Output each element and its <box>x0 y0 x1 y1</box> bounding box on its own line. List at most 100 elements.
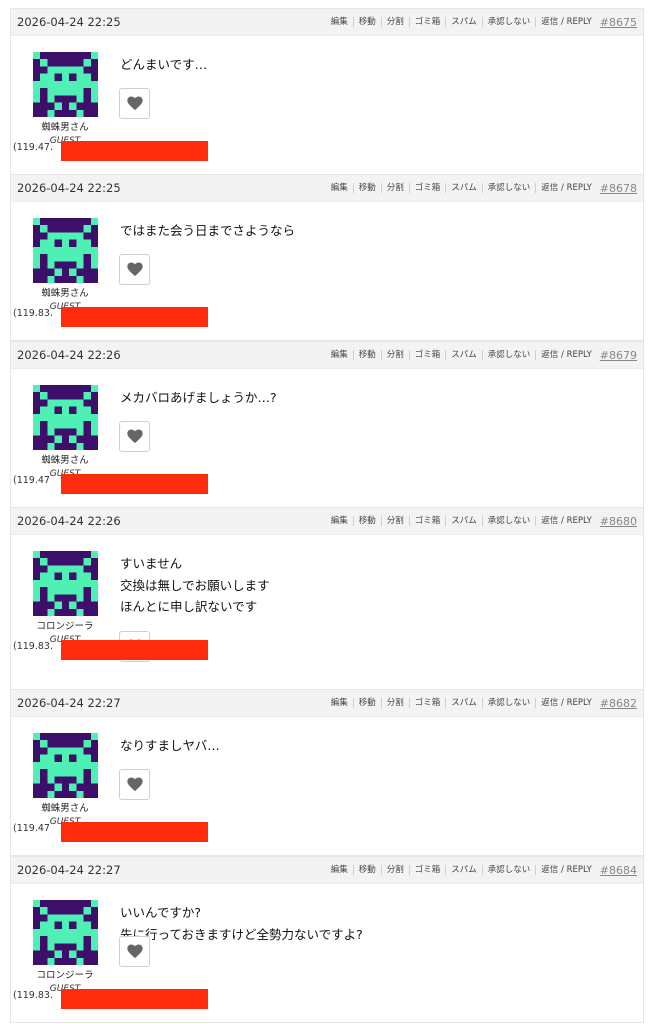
action-link-7[interactable]: 返信 / REPLY <box>535 183 596 193</box>
action-link-7[interactable]: 返信 / REPLY <box>535 350 596 360</box>
post: 2026-04-24 22:26 編集 移動 分割 ゴミ箱 スパム 承認しない 返信 / RE… <box>10 507 644 690</box>
action-link-5[interactable]: スパム <box>445 865 482 875</box>
heart-icon <box>126 777 143 792</box>
action-link-2[interactable]: 移動 <box>352 516 381 526</box>
post-date: 2026-04-24 22:27 <box>17 696 121 710</box>
heart-icon <box>126 429 143 444</box>
action-link-6[interactable]: 承認しない <box>481 516 536 526</box>
action-link-7[interactable]: 返信 / REPLY <box>535 516 596 526</box>
post-body: 蜘蛛男さんGUEST(119.47 なりすましヤバ… <box>11 717 643 855</box>
action-link-5[interactable]: スパム <box>445 17 482 27</box>
action-link-4[interactable]: ゴミ箱 <box>408 183 446 193</box>
post: 2026-04-24 22:25 編集 移動 分割 ゴミ箱 スパム 承認しない 返信 / RE… <box>10 174 644 341</box>
action-link-2[interactable]: 移動 <box>352 183 381 193</box>
post-body: コロンジーラGUEST(119.83. いいんですか? 先に行っておきますけど全勢力… <box>11 884 643 1022</box>
action-link-2[interactable]: 移動 <box>352 865 381 875</box>
author-name[interactable]: 蜘蛛男さん <box>21 800 109 814</box>
post-id-link[interactable]: #8684 <box>600 864 637 877</box>
message-line: なりすましヤバ… <box>120 738 220 753</box>
action-link-5[interactable]: スパム <box>445 350 482 360</box>
author-ip: (119.47 <box>13 823 50 834</box>
post-date: 2026-04-24 22:27 <box>17 863 121 877</box>
action-link-2[interactable]: 移動 <box>352 698 381 708</box>
action-link-5[interactable]: スパム <box>445 516 482 526</box>
post: 2026-04-24 22:25 編集 移動 分割 ゴミ箱 スパム 承認しない 返信 / RE… <box>10 8 644 175</box>
message-text: メカバロあげましょうか…? <box>120 387 277 409</box>
action-link-3[interactable]: 分割 <box>380 865 409 875</box>
action-link-4[interactable]: ゴミ箱 <box>408 17 446 27</box>
author-ip: (119.47 <box>13 475 50 486</box>
action-link-3[interactable]: 分割 <box>380 698 409 708</box>
post-body: 蜘蛛男さんGUEST(119.47. どんまいです… <box>11 36 643 174</box>
post: 2026-04-24 22:26 編集 移動 分割 ゴミ箱 スパム 承認しない 返信 / RE… <box>10 341 644 508</box>
action-link-3[interactable]: 分割 <box>380 516 409 526</box>
avatar <box>32 733 98 798</box>
post-date: 2026-04-24 22:25 <box>17 15 121 29</box>
action-link-3[interactable]: 分割 <box>380 17 409 27</box>
post-date: 2026-04-24 22:25 <box>17 181 121 195</box>
action-link-7[interactable]: 返信 / REPLY <box>535 698 596 708</box>
like-button[interactable] <box>119 769 150 800</box>
action-link-1[interactable]: 編集 <box>326 698 353 708</box>
message-line: ほんとに申し訳ないです <box>120 599 258 614</box>
action-link-4[interactable]: ゴミ箱 <box>408 865 446 875</box>
author-name[interactable]: 蜘蛛男さん <box>21 285 109 299</box>
like-button[interactable] <box>119 88 150 119</box>
action-link-6[interactable]: 承認しない <box>481 865 536 875</box>
message-line: 先に行っておきますけど全勢力ないですよ? <box>120 926 363 942</box>
author-name[interactable]: コロンジーラ <box>21 618 109 632</box>
redaction-bar <box>61 307 208 327</box>
action-link-2[interactable]: 移動 <box>352 17 381 27</box>
author-block: 蜘蛛男さんGUEST <box>21 218 109 312</box>
post-id-link[interactable]: #8680 <box>600 515 637 528</box>
action-link-6[interactable]: 承認しない <box>481 698 536 708</box>
author-ip: (119.83. <box>13 641 53 652</box>
avatar <box>32 385 98 450</box>
action-link-6[interactable]: 承認しない <box>481 350 536 360</box>
action-link-6[interactable]: 承認しない <box>481 17 536 27</box>
redaction-bar <box>61 474 208 494</box>
post-actions: 編集 移動 分割 ゴミ箱 スパム 承認しない 返信 / REPLY #8678 <box>326 182 637 195</box>
post-actions: 編集 移動 分割 ゴミ箱 スパム 承認しない 返信 / REPLY #8675 <box>326 16 637 29</box>
like-button[interactable] <box>119 254 150 285</box>
action-link-5[interactable]: スパム <box>445 698 482 708</box>
post-header: 2026-04-24 22:25 編集 移動 分割 ゴミ箱 スパム 承認しない 返信 / RE… <box>11 175 643 202</box>
message-text: どんまいです… <box>120 54 207 76</box>
action-link-4[interactable]: ゴミ箱 <box>408 698 446 708</box>
post-body: 蜘蛛男さんGUEST(119.83. ではまた会う日までさようなら <box>11 202 643 340</box>
action-link-1[interactable]: 編集 <box>326 17 353 27</box>
action-link-7[interactable]: 返信 / REPLY <box>535 17 596 27</box>
author-name[interactable]: 蜘蛛男さん <box>21 452 109 466</box>
post-id-link[interactable]: #8682 <box>600 697 637 710</box>
redaction-bar <box>61 822 208 842</box>
action-link-2[interactable]: 移動 <box>352 350 381 360</box>
action-link-1[interactable]: 編集 <box>326 865 353 875</box>
post-id-link[interactable]: #8675 <box>600 16 637 29</box>
action-link-6[interactable]: 承認しない <box>481 183 536 193</box>
post: 2026-04-24 22:27 編集 移動 分割 ゴミ箱 スパム 承認しない 返信 / RE… <box>10 689 644 856</box>
action-link-7[interactable]: 返信 / REPLY <box>535 865 596 875</box>
message-line: 交換は無しでお願いします <box>120 577 270 593</box>
post-date: 2026-04-24 22:26 <box>17 348 121 362</box>
action-link-5[interactable]: スパム <box>445 183 482 193</box>
post-id-link[interactable]: #8679 <box>600 349 637 362</box>
action-link-1[interactable]: 編集 <box>326 183 353 193</box>
like-button[interactable] <box>119 936 150 967</box>
post-header: 2026-04-24 22:25 編集 移動 分割 ゴミ箱 スパム 承認しない 返信 / RE… <box>11 9 643 36</box>
action-link-1[interactable]: 編集 <box>326 516 353 526</box>
action-link-3[interactable]: 分割 <box>380 183 409 193</box>
action-link-4[interactable]: ゴミ箱 <box>408 350 446 360</box>
redaction-bar <box>61 989 208 1009</box>
action-link-1[interactable]: 編集 <box>326 350 353 360</box>
author-ip: (119.83. <box>13 990 53 1001</box>
post-actions: 編集 移動 分割 ゴミ箱 スパム 承認しない 返信 / REPLY #8682 <box>326 697 637 710</box>
action-link-4[interactable]: ゴミ箱 <box>408 516 446 526</box>
like-button[interactable] <box>119 421 150 452</box>
author-name[interactable]: 蜘蛛男さん <box>21 119 109 133</box>
post-actions: 編集 移動 分割 ゴミ箱 スパム 承認しない 返信 / REPLY #8679 <box>326 349 637 362</box>
avatar <box>32 52 98 117</box>
action-link-3[interactable]: 分割 <box>380 350 409 360</box>
author-name[interactable]: コロンジーラ <box>21 967 109 981</box>
post-id-link[interactable]: #8678 <box>600 182 637 195</box>
post: 2026-04-24 22:27 編集 移動 分割 ゴミ箱 スパム 承認しない 返信 / RE… <box>10 856 644 1023</box>
